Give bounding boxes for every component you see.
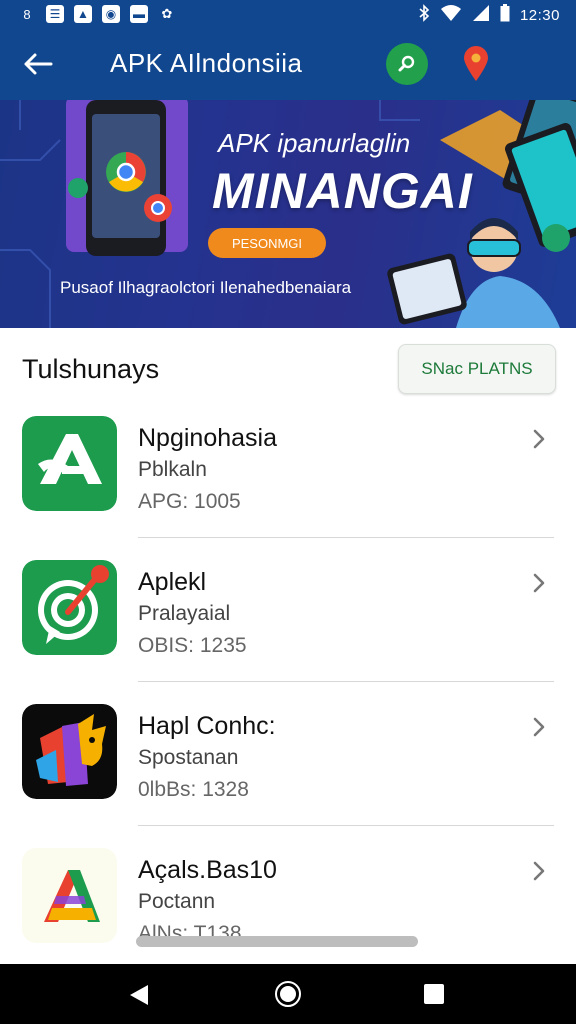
status-time: 12:30 bbox=[519, 6, 560, 24]
status-notifications: 8 ☰ ▲ ◉ ▬ ✿ bbox=[18, 5, 176, 23]
list-item[interactable]: Açals.Bas10 Poctann AlNs: T138 bbox=[0, 830, 576, 974]
section-action-button[interactable]: SNac PLATNS bbox=[398, 344, 556, 394]
nav-back-icon[interactable] bbox=[126, 982, 152, 1008]
list-item[interactable]: Aplekl Pralayaial OBIS: 1235 bbox=[0, 542, 576, 686]
promo-banner[interactable]: APK ipanurlaglin MINANGAI PESONMGI Pusao… bbox=[0, 100, 576, 328]
notification-icon: ▬ bbox=[130, 5, 148, 23]
notification-icon: ▲ bbox=[74, 5, 92, 23]
app-bar: APK AIlndonsiia bbox=[0, 28, 576, 100]
app-category: Pblkaln bbox=[138, 458, 207, 481]
banner-caption: Pusaof Ilhagraolctori Ilenahedbenaiara bbox=[60, 278, 352, 297]
list-item[interactable]: Hapl Conhc: Spostanan 0lbBs: 1328 bbox=[0, 686, 576, 830]
app-name: Aplekl bbox=[138, 568, 207, 596]
chevron-right-icon bbox=[533, 429, 545, 449]
search-icon bbox=[398, 55, 415, 72]
row-divider bbox=[138, 681, 554, 682]
battery-icon bbox=[500, 4, 510, 26]
app-meta: 0lbBs: 1328 bbox=[138, 778, 249, 801]
app-meta: APG: 1005 bbox=[138, 490, 241, 513]
chevron-right-icon bbox=[533, 573, 545, 593]
location-button[interactable] bbox=[458, 42, 494, 86]
signal-icon bbox=[472, 4, 490, 26]
app-title: APK AIlndonsiia bbox=[110, 48, 303, 78]
section-header: Tulshunays SNac PLATNS bbox=[0, 328, 576, 398]
app-name: Hapl Conhc: bbox=[138, 712, 276, 740]
row-divider bbox=[138, 537, 554, 538]
notification-icon: ☰ bbox=[46, 5, 64, 23]
banner-cta-button[interactable]: PESONMGI bbox=[208, 228, 326, 258]
row-divider bbox=[138, 825, 554, 826]
notification-icon: ✿ bbox=[161, 6, 173, 21]
green-target-app-icon bbox=[22, 560, 117, 655]
app-category: Spostanan bbox=[138, 746, 239, 769]
app-name: Npginohasia bbox=[138, 424, 277, 452]
status-indicators: 12:30 bbox=[418, 4, 560, 26]
status-bar: 8 ☰ ▲ ◉ ▬ ✿ 12:30 bbox=[0, 0, 576, 28]
list-item[interactable]: Npginohasia Pblkaln APG: 1005 bbox=[0, 398, 576, 542]
system-nav-bar bbox=[0, 964, 576, 1024]
nav-recents-icon[interactable] bbox=[424, 984, 444, 1004]
notification-icon: ◉ bbox=[102, 5, 120, 23]
app-category: Poctann bbox=[138, 890, 216, 913]
back-arrow-icon[interactable] bbox=[20, 46, 56, 82]
colorful-a-app-icon bbox=[22, 848, 117, 943]
notification-icon: 8 bbox=[23, 6, 31, 22]
bluetooth-icon bbox=[418, 4, 430, 26]
chevron-right-icon bbox=[533, 717, 545, 737]
wifi-icon bbox=[440, 4, 462, 26]
app-category: Pralayaial bbox=[138, 602, 231, 625]
chevron-right-icon bbox=[533, 861, 545, 881]
banner-title: MINANGAI bbox=[212, 163, 473, 219]
app-meta: OBIS: 1235 bbox=[138, 634, 247, 657]
app-list: Npginohasia Pblkaln APG: 1005 Aplekl Pra… bbox=[0, 398, 576, 974]
location-pin-icon bbox=[464, 46, 488, 81]
search-button[interactable] bbox=[386, 43, 428, 85]
banner-heading: APK ipanurlaglin bbox=[218, 128, 411, 158]
green-a-app-icon bbox=[22, 416, 117, 511]
section-title: Tulshunays bbox=[22, 354, 160, 384]
scrollbar[interactable] bbox=[136, 936, 418, 947]
app-name: Açals.Bas10 bbox=[138, 856, 277, 884]
colorful-fox-app-icon bbox=[22, 704, 117, 799]
nav-home-icon[interactable] bbox=[274, 980, 302, 1008]
